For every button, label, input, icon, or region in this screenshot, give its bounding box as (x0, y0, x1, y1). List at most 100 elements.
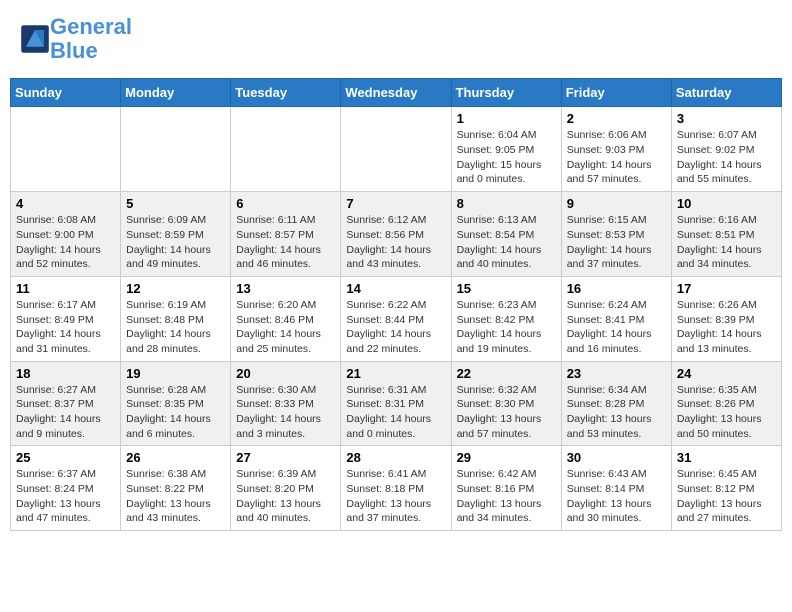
calendar-cell: 27 Sunrise: 6:39 AM Sunset: 8:20 PM Dayli… (231, 446, 341, 531)
calendar-cell: 9Sunrise: 6:15 AM Sunset: 8:53 PM Daylig… (561, 192, 671, 277)
day-number: 10 (677, 196, 776, 211)
day-number: 31 (677, 450, 776, 465)
header-day-thursday: Thursday (451, 79, 561, 107)
day-detail: Sunrise: 6:35 AM Sunset: 8:26 PM Dayligh… (677, 383, 776, 442)
week-row-2: 11 Sunrise: 6:17 AM Sunset: 8:49 PM Dayli… (11, 276, 782, 361)
calendar-cell: 12Sunrise: 6:19 AM Sunset: 8:48 PM Dayli… (121, 276, 231, 361)
day-number: 9 (567, 196, 666, 211)
calendar-cell: 11 Sunrise: 6:17 AM Sunset: 8:49 PM Dayli… (11, 276, 121, 361)
day-number: 19 (126, 366, 225, 381)
calendar-table: SundayMondayTuesdayWednesdayThursdayFrid… (10, 78, 782, 531)
day-number: 4 (16, 196, 115, 211)
header-row: SundayMondayTuesdayWednesdayThursdayFrid… (11, 79, 782, 107)
day-detail: Sunrise: 6:32 AM Sunset: 8:30 PM Dayligh… (457, 383, 556, 442)
day-number: 17 (677, 281, 776, 296)
day-detail: Sunrise: 6:28 AM Sunset: 8:35 PM Dayligh… (126, 383, 225, 442)
day-detail: Sunrise: 6:24 AM Sunset: 8:41 PM Dayligh… (567, 298, 666, 357)
day-number: 11 (16, 281, 115, 296)
header-day-tuesday: Tuesday (231, 79, 341, 107)
day-detail: Sunrise: 6:13 AM Sunset: 8:54 PM Dayligh… (457, 213, 556, 272)
day-number: 18 (16, 366, 115, 381)
calendar-cell (11, 107, 121, 192)
day-detail: Sunrise: 6:38 AM Sunset: 8:22 PM Dayligh… (126, 467, 225, 526)
day-detail: Sunrise: 6:16 AM Sunset: 8:51 PM Dayligh… (677, 213, 776, 272)
day-detail: Sunrise: 6:42 AM Sunset: 8:16 PM Dayligh… (457, 467, 556, 526)
day-number: 26 (126, 450, 225, 465)
calendar-cell: 5Sunrise: 6:09 AM Sunset: 8:59 PM Daylig… (121, 192, 231, 277)
day-number: 20 (236, 366, 335, 381)
header-day-wednesday: Wednesday (341, 79, 451, 107)
calendar-cell: 24Sunrise: 6:35 AM Sunset: 8:26 PM Dayli… (671, 361, 781, 446)
calendar-cell: 18 Sunrise: 6:27 AM Sunset: 8:37 PM Dayli… (11, 361, 121, 446)
day-detail: Sunrise: 6:45 AM Sunset: 8:12 PM Dayligh… (677, 467, 776, 526)
header-day-monday: Monday (121, 79, 231, 107)
day-number: 21 (346, 366, 445, 381)
day-detail: Sunrise: 6:23 AM Sunset: 8:42 PM Dayligh… (457, 298, 556, 357)
header-day-saturday: Saturday (671, 79, 781, 107)
calendar-cell: 30 Sunrise: 6:43 AM Sunset: 8:14 PM Dayli… (561, 446, 671, 531)
calendar-cell: 6Sunrise: 6:11 AM Sunset: 8:57 PM Daylig… (231, 192, 341, 277)
day-detail: Sunrise: 6:27 AM Sunset: 8:37 PM Dayligh… (16, 383, 115, 442)
day-number: 1 (457, 111, 556, 126)
day-detail: Sunrise: 6:11 AM Sunset: 8:57 PM Dayligh… (236, 213, 335, 272)
day-detail: Sunrise: 6:30 AM Sunset: 8:33 PM Dayligh… (236, 383, 335, 442)
day-number: 13 (236, 281, 335, 296)
day-detail: Sunrise: 6:20 AM Sunset: 8:46 PM Dayligh… (236, 298, 335, 357)
calendar-cell: 17 Sunrise: 6:26 AM Sunset: 8:39 PM Dayli… (671, 276, 781, 361)
calendar-cell: 25Sunrise: 6:37 AM Sunset: 8:24 PM Dayli… (11, 446, 121, 531)
day-number: 30 (567, 450, 666, 465)
calendar-cell: 1 Sunrise: 6:04 AM Sunset: 9:05 PM Daylig… (451, 107, 561, 192)
calendar-cell: 28 Sunrise: 6:41 AM Sunset: 8:18 PM Dayli… (341, 446, 451, 531)
calendar-cell: 7 Sunrise: 6:12 AM Sunset: 8:56 PM Daylig… (341, 192, 451, 277)
logo-general: General (50, 14, 132, 39)
calendar-cell: 29 Sunrise: 6:42 AM Sunset: 8:16 PM Dayli… (451, 446, 561, 531)
day-number: 7 (346, 196, 445, 211)
logo: General Blue (20, 15, 132, 63)
day-detail: Sunrise: 6:12 AM Sunset: 8:56 PM Dayligh… (346, 213, 445, 272)
calendar-cell: 14 Sunrise: 6:22 AM Sunset: 8:44 PM Dayli… (341, 276, 451, 361)
day-detail: Sunrise: 6:39 AM Sunset: 8:20 PM Dayligh… (236, 467, 335, 526)
day-detail: Sunrise: 6:06 AM Sunset: 9:03 PM Dayligh… (567, 128, 666, 187)
day-detail: Sunrise: 6:19 AM Sunset: 8:48 PM Dayligh… (126, 298, 225, 357)
day-detail: Sunrise: 6:34 AM Sunset: 8:28 PM Dayligh… (567, 383, 666, 442)
calendar-cell: 26 Sunrise: 6:38 AM Sunset: 8:22 PM Dayli… (121, 446, 231, 531)
calendar-cell: 10 Sunrise: 6:16 AM Sunset: 8:51 PM Dayli… (671, 192, 781, 277)
day-detail: Sunrise: 6:43 AM Sunset: 8:14 PM Dayligh… (567, 467, 666, 526)
calendar-cell: 21 Sunrise: 6:31 AM Sunset: 8:31 PM Dayli… (341, 361, 451, 446)
day-number: 14 (346, 281, 445, 296)
page-header: General Blue (10, 10, 782, 68)
day-number: 3 (677, 111, 776, 126)
calendar-cell: 22Sunrise: 6:32 AM Sunset: 8:30 PM Dayli… (451, 361, 561, 446)
calendar-header: SundayMondayTuesdayWednesdayThursdayFrid… (11, 79, 782, 107)
day-detail: Sunrise: 6:26 AM Sunset: 8:39 PM Dayligh… (677, 298, 776, 357)
header-day-sunday: Sunday (11, 79, 121, 107)
day-number: 29 (457, 450, 556, 465)
calendar-cell: 31 Sunrise: 6:45 AM Sunset: 8:12 PM Dayli… (671, 446, 781, 531)
calendar-cell: 23 Sunrise: 6:34 AM Sunset: 8:28 PM Dayli… (561, 361, 671, 446)
day-detail: Sunrise: 6:31 AM Sunset: 8:31 PM Dayligh… (346, 383, 445, 442)
day-number: 8 (457, 196, 556, 211)
day-detail: Sunrise: 6:37 AM Sunset: 8:24 PM Dayligh… (16, 467, 115, 526)
day-number: 27 (236, 450, 335, 465)
day-number: 23 (567, 366, 666, 381)
day-number: 2 (567, 111, 666, 126)
day-detail: Sunrise: 6:17 AM Sunset: 8:49 PM Dayligh… (16, 298, 115, 357)
day-detail: Sunrise: 6:22 AM Sunset: 8:44 PM Dayligh… (346, 298, 445, 357)
day-detail: Sunrise: 6:09 AM Sunset: 8:59 PM Dayligh… (126, 213, 225, 272)
day-number: 28 (346, 450, 445, 465)
week-row-1: 4 Sunrise: 6:08 AM Sunset: 9:00 PM Daylig… (11, 192, 782, 277)
calendar-cell: 19 Sunrise: 6:28 AM Sunset: 8:35 PM Dayli… (121, 361, 231, 446)
calendar-body: 1 Sunrise: 6:04 AM Sunset: 9:05 PM Daylig… (11, 107, 782, 531)
calendar-cell (121, 107, 231, 192)
logo-icon (20, 24, 50, 54)
day-detail: Sunrise: 6:41 AM Sunset: 8:18 PM Dayligh… (346, 467, 445, 526)
calendar-cell: 4 Sunrise: 6:08 AM Sunset: 9:00 PM Daylig… (11, 192, 121, 277)
calendar-cell: 3Sunrise: 6:07 AM Sunset: 9:02 PM Daylig… (671, 107, 781, 192)
calendar-cell: 2 Sunrise: 6:06 AM Sunset: 9:03 PM Daylig… (561, 107, 671, 192)
logo-blue: Blue (50, 38, 98, 63)
day-detail: Sunrise: 6:08 AM Sunset: 9:00 PM Dayligh… (16, 213, 115, 272)
day-number: 15 (457, 281, 556, 296)
calendar-cell: 15 Sunrise: 6:23 AM Sunset: 8:42 PM Dayli… (451, 276, 561, 361)
week-row-0: 1 Sunrise: 6:04 AM Sunset: 9:05 PM Daylig… (11, 107, 782, 192)
day-detail: Sunrise: 6:04 AM Sunset: 9:05 PM Dayligh… (457, 128, 556, 187)
